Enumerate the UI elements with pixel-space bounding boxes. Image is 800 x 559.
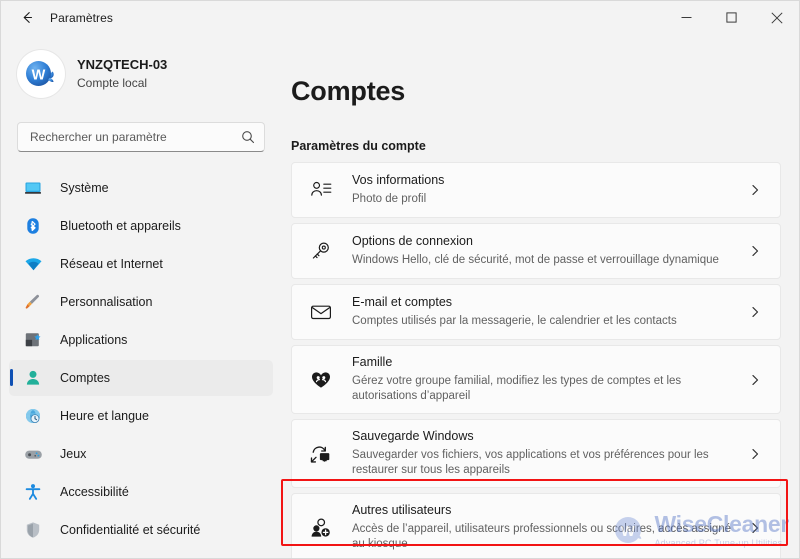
sidebar-item-label: Accessibilité <box>60 485 129 499</box>
sidebar-item-personnalisation[interactable]: Personnalisation <box>9 284 273 320</box>
add-user-icon <box>308 517 334 539</box>
wisecleaner-w-avatar-icon: W <box>19 52 63 96</box>
card-text: Famille Gérez votre groupe familial, mod… <box>352 346 744 413</box>
card-description: Sauvegarder vos fichiers, vos applicatio… <box>352 448 709 477</box>
card-text: Sauvegarde Windows Sauvegarder vos fichi… <box>352 420 744 487</box>
sidebar-item-label: Comptes <box>60 371 111 385</box>
profile-text: YNZQTECH-03 Compte local <box>77 57 167 90</box>
profile-subtitle: Compte local <box>77 75 148 90</box>
paintbrush-icon <box>23 292 43 312</box>
maximize-button[interactable] <box>709 1 754 34</box>
card-autres-utilisateurs[interactable]: Autres utilisateurs Accès de l’appareil,… <box>291 493 781 558</box>
card-title: Sauvegarde Windows <box>352 429 474 444</box>
chevron-right-icon[interactable] <box>744 306 766 318</box>
sidebar-item-label: Personnalisation <box>60 295 153 309</box>
sidebar-item-label: Confidentialité et sécurité <box>60 523 201 537</box>
sidebar-item-applications[interactable]: Applications <box>9 322 273 358</box>
titlebar: Paramètres <box>1 1 799 34</box>
clock-globe-icon <box>23 406 43 426</box>
monitor-icon <box>23 178 43 198</box>
search-input[interactable] <box>30 130 241 144</box>
chevron-right-icon[interactable] <box>744 448 766 460</box>
chevron-right-icon[interactable] <box>744 522 766 534</box>
shield-icon <box>23 520 43 540</box>
app-title: Paramètres <box>50 10 114 25</box>
gamepad-icon <box>23 444 43 464</box>
card-title: E-mail et comptes <box>352 295 453 310</box>
sidebar-item-label: Réseau et Internet <box>60 257 163 271</box>
backup-icon <box>308 443 334 465</box>
sidebar-item-jeux[interactable]: Jeux <box>9 436 273 472</box>
svg-text:W: W <box>32 67 46 83</box>
main-panel: Comptes Paramètres du compte Vos informa… <box>281 34 799 558</box>
card-description: Gérez votre groupe familial, modifiez le… <box>352 374 682 402</box>
sidebar-item-systeme[interactable]: Système <box>9 170 273 206</box>
card-famille[interactable]: Famille Gérez votre groupe familial, mod… <box>291 345 781 415</box>
sidebar: W YNZQTECH-03 Compte local Rechercher un… <box>1 34 281 558</box>
card-description: Comptes utilisés par la messagerie, le c… <box>352 314 677 327</box>
sidebar-nav: Système Bluetooth et appareils Réseau et… <box>1 170 281 558</box>
minimize-icon <box>681 12 692 23</box>
page-title: Comptes <box>291 76 406 106</box>
chevron-right-icon[interactable] <box>744 374 766 386</box>
card-text: Autres utilisateurs Accès de l’appareil,… <box>352 494 744 558</box>
close-icon <box>770 11 783 24</box>
chevron-right-icon[interactable] <box>744 184 766 196</box>
wifi-icon <box>23 254 43 274</box>
accessibility-icon <box>23 482 43 502</box>
sidebar-item-accessibilite[interactable]: Accessibilité <box>9 474 273 510</box>
sidebar-item-label: Bluetooth et appareils <box>60 219 181 233</box>
card-sauvegarde-windows[interactable]: Sauvegarde Windows Sauvegarder vos fichi… <box>291 419 781 489</box>
sidebar-item-bluetooth-et-appareils[interactable]: Bluetooth et appareils <box>9 208 273 244</box>
sidebar-item-comptes[interactable]: Comptes <box>9 360 273 396</box>
card-description: Windows Hello, clé de sécurité, mot de p… <box>352 253 719 266</box>
profile-card[interactable]: W YNZQTECH-03 Compte local <box>1 39 281 101</box>
apps-icon <box>23 330 43 350</box>
person-icon <box>23 368 43 388</box>
card-vos-informations[interactable]: Vos informations Photo de profil <box>291 162 781 218</box>
avatar: W <box>17 50 65 98</box>
card-title: Autres utilisateurs <box>352 503 452 518</box>
card-title: Options de connexion <box>352 234 473 249</box>
back-arrow-icon <box>19 9 36 26</box>
card-title: Famille <box>352 355 393 369</box>
chevron-right-icon[interactable] <box>744 245 766 257</box>
search-icon[interactable] <box>241 130 255 144</box>
card-description: Photo de profil <box>352 192 427 205</box>
close-button[interactable] <box>754 1 799 34</box>
card-email-et-comptes[interactable]: E-mail et comptes Comptes utilisés par l… <box>291 284 781 340</box>
sidebar-item-label: Heure et langue <box>60 409 149 423</box>
settings-card-list: Vos informations Photo de profil Options… <box>291 162 781 558</box>
maximize-icon <box>726 12 737 23</box>
card-options-de-connexion[interactable]: Options de connexion Windows Hello, clé … <box>291 223 781 279</box>
back-button[interactable] <box>10 4 44 32</box>
sidebar-item-confidentialite-et-securite[interactable]: Confidentialité et sécurité <box>9 512 273 548</box>
card-title: Vos informations <box>352 173 445 188</box>
bluetooth-icon <box>23 216 43 236</box>
settings-window: Paramètres W YNZQTECH-03 Compte local Re… <box>0 0 800 559</box>
family-heart-icon <box>308 369 334 391</box>
card-description: Accès de l’appareil, utilisateurs profes… <box>352 523 732 551</box>
key-icon <box>308 240 334 262</box>
sidebar-item-label: Applications <box>60 333 128 347</box>
profile-name: YNZQTECH-03 <box>77 57 168 73</box>
card-text: E-mail et comptes Comptes utilisés par l… <box>352 286 744 338</box>
minimize-button[interactable] <box>664 1 709 34</box>
card-text: Options de connexion Windows Hello, clé … <box>352 225 744 277</box>
section-label: Paramètres du compte <box>291 139 426 153</box>
sidebar-item-label: Jeux <box>60 447 87 461</box>
sidebar-item-label: Système <box>60 181 109 195</box>
sidebar-item-heure-et-langue[interactable]: Heure et langue <box>9 398 273 434</box>
card-text: Vos informations Photo de profil <box>352 164 744 216</box>
account-info-icon <box>308 179 334 201</box>
sidebar-item-windows-update[interactable]: Windows Update <box>9 550 273 558</box>
caption-controls <box>664 1 799 34</box>
window-content: W YNZQTECH-03 Compte local Rechercher un… <box>1 34 799 558</box>
mail-icon <box>308 301 334 323</box>
sidebar-item-reseau-et-internet[interactable]: Réseau et Internet <box>9 246 273 282</box>
search-box[interactable] <box>17 122 265 152</box>
